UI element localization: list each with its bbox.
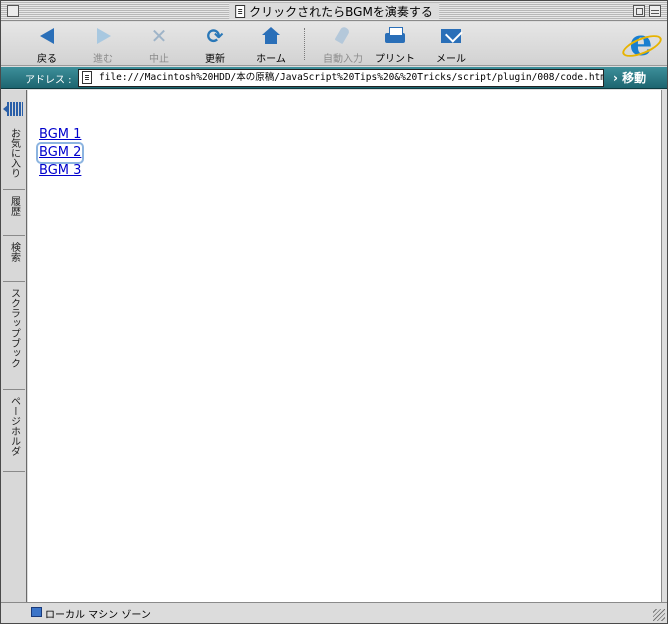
document-icon xyxy=(235,4,246,18)
mail-envelope-icon xyxy=(437,25,465,47)
vertical-scrollbar[interactable] xyxy=(661,90,667,602)
stop-x-icon: ✕ xyxy=(150,24,168,48)
stop-button[interactable]: ✕ 中止 xyxy=(131,25,187,65)
tab-page-holder[interactable]: ページホルダ xyxy=(3,392,25,472)
back-button[interactable]: 戻る xyxy=(19,25,75,65)
page-document-icon xyxy=(82,71,92,84)
security-zone-text: ローカル マシン ゾーン xyxy=(45,610,151,621)
browser-window: クリックされたらBGMを演奏する 戻る 進む ✕ 中止 ⟳ 更新 ホーム 自動入… xyxy=(0,0,668,624)
tab-scrapbook[interactable]: スクラップブック xyxy=(3,284,25,390)
zoom-box[interactable] xyxy=(633,5,645,17)
toolbar-separator xyxy=(304,28,305,60)
close-box[interactable] xyxy=(7,5,19,17)
title-bar[interactable]: クリックされたらBGMを演奏する xyxy=(1,1,667,21)
autofill-label: 自動入力 xyxy=(323,54,363,65)
ie-logo-icon[interactable]: e xyxy=(623,25,659,62)
local-machine-icon xyxy=(31,607,42,617)
address-label: アドレス : xyxy=(25,75,72,86)
refresh-button[interactable]: ⟳ 更新 xyxy=(187,25,243,65)
window-title: クリックされたらBGMを演奏する xyxy=(249,4,433,19)
explorer-bar-toggle-icon[interactable] xyxy=(3,102,23,116)
status-bar: ローカル マシン ゾーン xyxy=(1,602,667,623)
window-title-wrap: クリックされたらBGMを演奏する xyxy=(229,3,439,19)
print-button[interactable]: プリント xyxy=(367,25,423,65)
collapse-box[interactable] xyxy=(649,5,661,17)
forward-arrow-icon xyxy=(89,25,117,47)
refresh-icon: ⟳ xyxy=(206,24,224,48)
address-bar: アドレス : file:///Macintosh%20HDD/本の原稿/Java… xyxy=(1,67,667,89)
refresh-label: 更新 xyxy=(205,54,225,65)
tab-search[interactable]: 検索 xyxy=(3,238,25,282)
resize-grip-icon[interactable] xyxy=(653,609,665,621)
home-label: ホーム xyxy=(256,54,286,65)
forward-label: 進む xyxy=(93,54,113,65)
home-button[interactable]: ホーム xyxy=(243,25,299,65)
autofill-button[interactable]: 自動入力 xyxy=(315,25,371,65)
forward-button[interactable]: 進む xyxy=(75,25,131,65)
autofill-icon xyxy=(329,25,357,47)
home-icon xyxy=(257,25,285,47)
page-content: BGM 1 BGM 2 BGM 3 xyxy=(28,90,661,602)
address-input[interactable]: file:///Macintosh%20HDD/本の原稿/JavaScript%… xyxy=(78,69,604,87)
stop-label: 中止 xyxy=(149,54,169,65)
mail-button[interactable]: メール xyxy=(423,25,479,65)
toolbar: 戻る 進む ✕ 中止 ⟳ 更新 ホーム 自動入力 プリント メール e xyxy=(1,22,667,66)
go-button[interactable]: › 移動 xyxy=(613,69,646,87)
tab-favorites[interactable]: お気に入り xyxy=(3,124,25,190)
explorer-bar: お気に入り 履歴 検索 スクラップブック ページホルダ xyxy=(1,90,27,602)
bgm-2-link[interactable]: BGM 2 xyxy=(35,142,85,164)
go-arrow-icon: › xyxy=(613,71,618,85)
go-label: 移動 xyxy=(622,71,647,85)
print-label: プリント xyxy=(375,54,415,65)
back-label: 戻る xyxy=(37,54,57,65)
bgm-3-link[interactable]: BGM 3 xyxy=(38,162,82,180)
address-url: file:///Macintosh%20HDD/本の原稿/JavaScript%… xyxy=(99,72,604,83)
bgm-link-list: BGM 1 BGM 2 BGM 3 xyxy=(35,126,85,180)
back-arrow-icon xyxy=(33,25,61,47)
bgm-1-link[interactable]: BGM 1 xyxy=(38,126,82,144)
printer-icon xyxy=(381,25,409,47)
mail-label: メール xyxy=(436,54,466,65)
tab-history[interactable]: 履歴 xyxy=(3,192,25,236)
